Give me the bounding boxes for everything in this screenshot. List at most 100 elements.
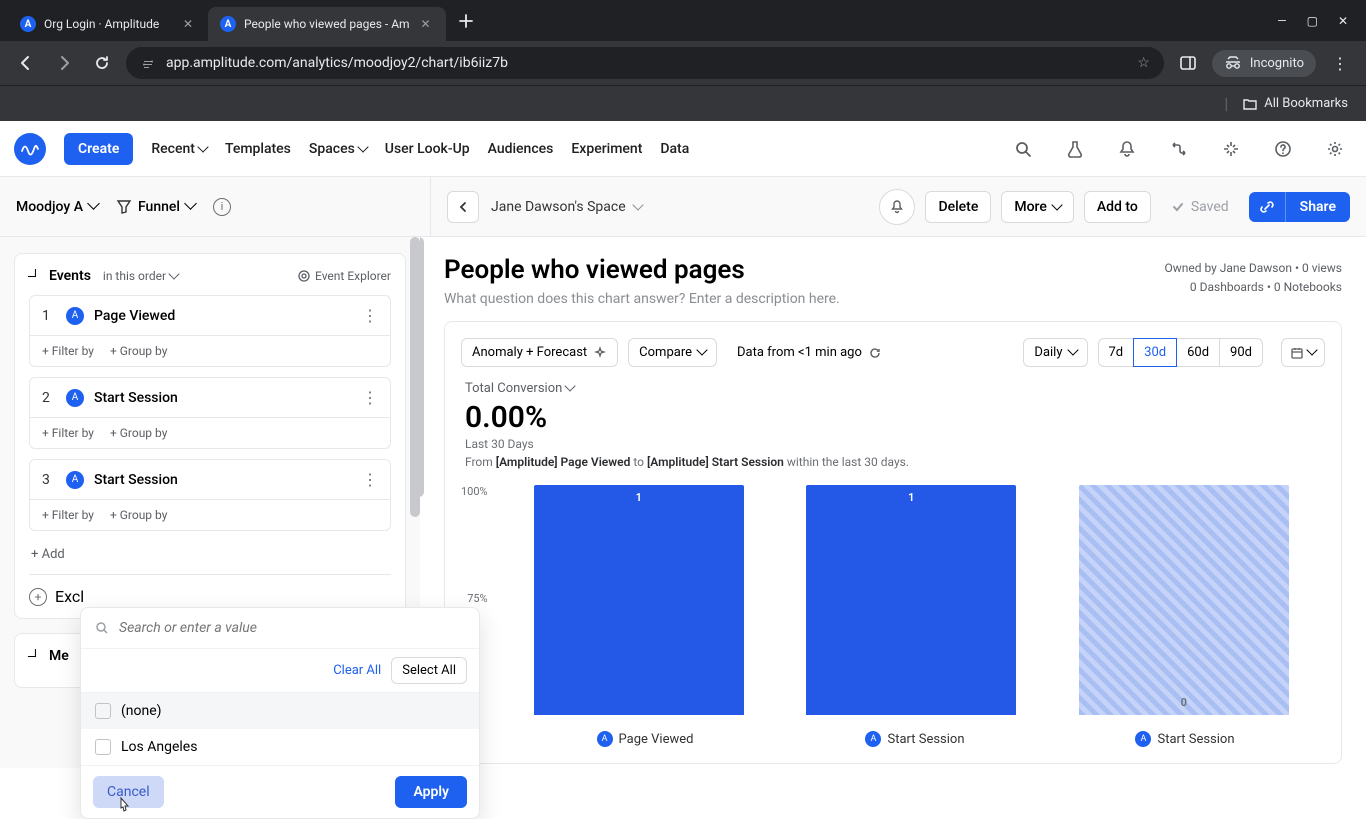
date-picker-button[interactable] [1281,338,1325,367]
event-name: Start Session [94,390,352,406]
add-step-button[interactable]: + Add [29,541,391,568]
event-menu-icon[interactable]: ⋮ [362,306,378,325]
close-icon[interactable]: ✕ [418,16,434,32]
all-bookmarks-button[interactable]: All Bookmarks [1242,96,1348,112]
clear-all-button[interactable]: Clear All [333,663,381,678]
chart-type-selector[interactable]: Funnel [116,199,195,215]
sparkle-icon[interactable] [1214,132,1248,166]
bar-column-1[interactable]: 1 [534,485,744,715]
nav-experiment[interactable]: Experiment [571,141,642,157]
filter-option-none[interactable]: (none) [81,693,479,729]
delete-button[interactable]: Delete [925,191,991,223]
nav-data[interactable]: Data [660,141,689,157]
chevron-down-icon [359,141,367,157]
apply-button[interactable]: Apply [395,776,467,808]
cancel-button[interactable]: Cancel [93,776,164,808]
range-90d[interactable]: 90d [1220,338,1263,367]
range-7d[interactable]: 7d [1098,338,1135,367]
flow-icon[interactable] [1162,132,1196,166]
measured-title: Me [49,648,69,664]
bar-column-2[interactable]: 1 [806,485,1016,715]
event-menu-icon[interactable]: ⋮ [362,388,378,407]
back-button[interactable] [447,191,479,223]
gear-icon[interactable] [1318,132,1352,166]
group-by-button[interactable]: + Group by [110,508,167,522]
space-selector[interactable]: Jane Dawson's Space [491,199,642,215]
add-to-button[interactable]: Add to [1084,191,1151,223]
collapse-icon[interactable] [23,264,42,283]
bar-column-3[interactable]: 0 [1079,485,1289,715]
bell-icon[interactable] [1110,132,1144,166]
scrollbar[interactable] [410,237,420,517]
incognito-label: Incognito [1250,56,1304,71]
more-button[interactable]: More [1001,191,1074,223]
event-explorer-button[interactable]: Event Explorer [297,269,391,283]
anomaly-forecast-button[interactable]: Anomaly + Forecast [461,338,618,367]
filter-by-button[interactable]: + Filter by [42,508,94,522]
browser-tab-1[interactable]: A People who viewed pages - Am ✕ [208,7,446,41]
nav-recent[interactable]: Recent [151,141,207,157]
address-bar[interactable]: app.amplitude.com/analytics/moodjoy2/cha… [126,47,1164,79]
lab-icon[interactable] [1058,132,1092,166]
chevron-down-icon [566,381,574,396]
compare-button[interactable]: Compare [628,338,717,367]
back-icon[interactable] [12,49,40,77]
scrollbar[interactable] [420,237,424,497]
help-icon[interactable] [1266,132,1300,166]
event-row[interactable]: 3 A Start Session ⋮ [30,460,390,499]
site-settings-icon[interactable] [140,55,156,71]
date-range-segments: 7d 30d 60d 90d [1098,338,1264,367]
forward-icon[interactable] [50,49,78,77]
event-menu-icon[interactable]: ⋮ [362,470,378,489]
filter-by-button[interactable]: + Filter by [42,344,94,358]
maximize-icon[interactable]: ▢ [1307,14,1318,28]
filter-search-row [81,608,479,649]
nav-templates[interactable]: Templates [225,141,291,157]
event-row[interactable]: 1 A Page Viewed ⋮ [30,296,390,335]
sub-header-right: Jane Dawson's Space Delete More Add to S… [430,177,1366,236]
subscribe-button[interactable] [879,189,915,225]
group-by-button[interactable]: + Group by [110,344,167,358]
nav-spaces[interactable]: Spaces [309,141,367,157]
exclude-steps-button[interactable]: + Excl [29,574,391,606]
group-by-button[interactable]: + Group by [110,426,167,440]
range-30d[interactable]: 30d [1133,338,1177,367]
event-row[interactable]: 2 A Start Session ⋮ [30,378,390,417]
order-selector[interactable]: in this order [103,269,178,283]
browser-menu-icon[interactable]: ⋮ [1326,49,1354,77]
search-icon[interactable] [1006,132,1040,166]
create-button[interactable]: Create [64,133,133,165]
chevron-down-icon [199,141,207,157]
nav-audiences[interactable]: Audiences [488,141,554,157]
close-icon[interactable]: ✕ [180,16,196,32]
nav-user-lookup[interactable]: User Look-Up [385,141,470,157]
select-all-button[interactable]: Select All [391,657,467,684]
bookmark-star-icon[interactable]: ☆ [1137,55,1150,71]
filter-search-input[interactable] [119,620,465,636]
info-icon[interactable]: i [213,198,231,216]
amplitude-logo-icon[interactable] [14,133,46,165]
browser-tab-0[interactable]: A Org Login · Amplitude ✕ [8,7,208,41]
check-icon [1171,200,1185,214]
collapse-icon[interactable] [23,644,42,663]
filter-option-la[interactable]: Los Angeles [81,729,479,765]
copy-link-button[interactable] [1249,192,1286,222]
granularity-selector[interactable]: Daily [1023,338,1087,367]
window-controls: — ▢ ✕ [1267,14,1358,28]
checkbox[interactable] [95,703,111,719]
panel-icon[interactable] [1174,49,1202,77]
minimize-icon[interactable]: — [1277,14,1286,28]
filter-by-button[interactable]: + Filter by [42,426,94,440]
new-tab-button[interactable] [452,7,480,35]
reload-icon[interactable] [88,49,116,77]
share-button[interactable]: Share [1286,192,1350,222]
checkbox[interactable] [95,739,111,755]
close-window-icon[interactable]: ✕ [1338,14,1348,28]
range-60d[interactable]: 60d [1177,338,1220,367]
funnel-chart: 100% 75% 1 1 0 [461,485,1325,715]
conversion-metric-selector[interactable]: Total Conversion [465,381,1325,396]
incognito-badge[interactable]: Incognito [1212,50,1316,77]
calendar-icon [1290,346,1304,360]
refresh-icon[interactable] [868,346,882,360]
project-selector[interactable]: Moodjoy A [16,199,98,215]
